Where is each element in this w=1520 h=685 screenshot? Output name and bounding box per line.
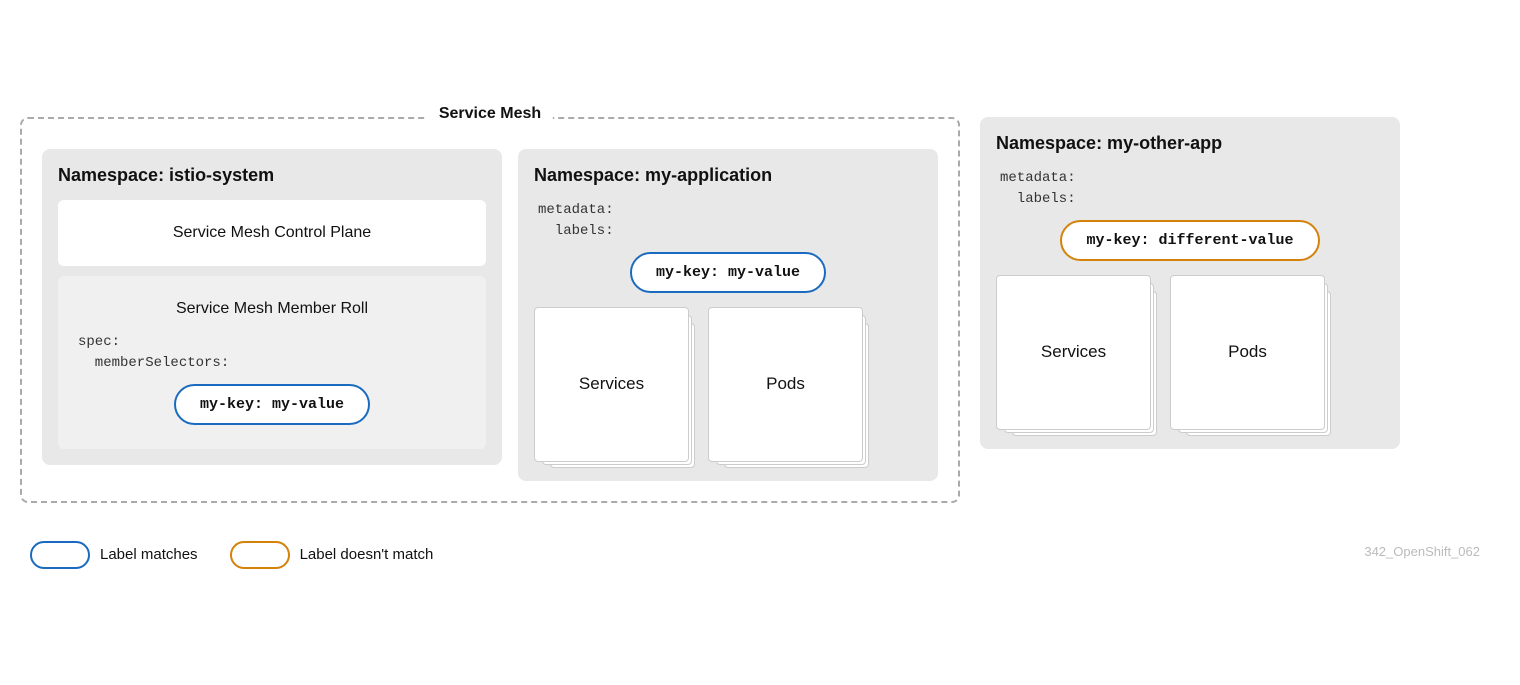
otherapp-services-label: Services bbox=[1041, 342, 1106, 362]
legend-label-no-match: Label doesn't match bbox=[230, 541, 434, 569]
legend-blue-pill bbox=[30, 541, 90, 569]
spec-text: spec: memberSelectors: bbox=[78, 332, 229, 374]
service-mesh-label: Service Mesh bbox=[427, 105, 553, 123]
namespace-myapp-title: Namespace: my-application bbox=[534, 165, 922, 186]
myapp-pods-stack: Pods bbox=[708, 307, 866, 465]
myapp-services-label: Services bbox=[579, 374, 644, 394]
diagram-wrapper: Service Mesh Namespace: istio-system Ser… bbox=[20, 117, 1500, 569]
otherapp-cards-row: Services Pods bbox=[996, 275, 1384, 433]
myapp-label-pill: my-key: my-value bbox=[630, 252, 826, 293]
legend-label-matches: Label matches bbox=[30, 541, 198, 569]
otherapp-pods-label: Pods bbox=[1228, 342, 1267, 362]
myapp-metadata: metadata: labels: bbox=[538, 200, 922, 242]
otherapp-label-pill: my-key: different-value bbox=[1060, 220, 1319, 261]
legend: Label matches Label doesn't match bbox=[20, 541, 433, 569]
namespace-my-application: Namespace: my-application metadata: labe… bbox=[518, 149, 938, 481]
legend-no-match-text: Label doesn't match bbox=[300, 546, 434, 563]
myapp-services-stack: Services bbox=[534, 307, 692, 465]
otherapp-services-stack: Services bbox=[996, 275, 1154, 433]
myapp-pods-front: Pods bbox=[708, 307, 863, 462]
namespace-istio-system: Namespace: istio-system Service Mesh Con… bbox=[42, 149, 502, 465]
control-plane-label: Service Mesh Control Plane bbox=[173, 224, 371, 242]
watermark: 342_OpenShift_062 bbox=[1364, 544, 1480, 559]
legend-matches-text: Label matches bbox=[100, 546, 198, 563]
myapp-services-front: Services bbox=[534, 307, 689, 462]
legend-orange-pill bbox=[230, 541, 290, 569]
service-mesh-box: Service Mesh Namespace: istio-system Ser… bbox=[20, 117, 960, 503]
member-roll-title: Service Mesh Member Roll bbox=[176, 300, 368, 318]
otherapp-pods-stack: Pods bbox=[1170, 275, 1328, 433]
control-plane-box: Service Mesh Control Plane bbox=[58, 200, 486, 266]
bottom-row: Label matches Label doesn't match 342_Op… bbox=[20, 513, 1500, 569]
namespace-otherapp-title: Namespace: my-other-app bbox=[996, 133, 1384, 154]
myapp-cards-row: Services Pods bbox=[534, 307, 922, 465]
otherapp-metadata: metadata: labels: bbox=[1000, 168, 1384, 210]
otherapp-services-front: Services bbox=[996, 275, 1151, 430]
istio-label-pill: my-key: my-value bbox=[174, 384, 370, 425]
otherapp-pods-front: Pods bbox=[1170, 275, 1325, 430]
main-container: Service Mesh Namespace: istio-system Ser… bbox=[20, 117, 1500, 569]
member-roll-box: Service Mesh Member Roll spec: memberSel… bbox=[58, 276, 486, 449]
namespace-istio-title: Namespace: istio-system bbox=[58, 165, 486, 186]
myapp-pods-label: Pods bbox=[766, 374, 805, 394]
namespace-my-other-app: Namespace: my-other-app metadata: labels… bbox=[980, 117, 1400, 449]
diagram-area: Service Mesh Namespace: istio-system Ser… bbox=[20, 117, 1500, 503]
